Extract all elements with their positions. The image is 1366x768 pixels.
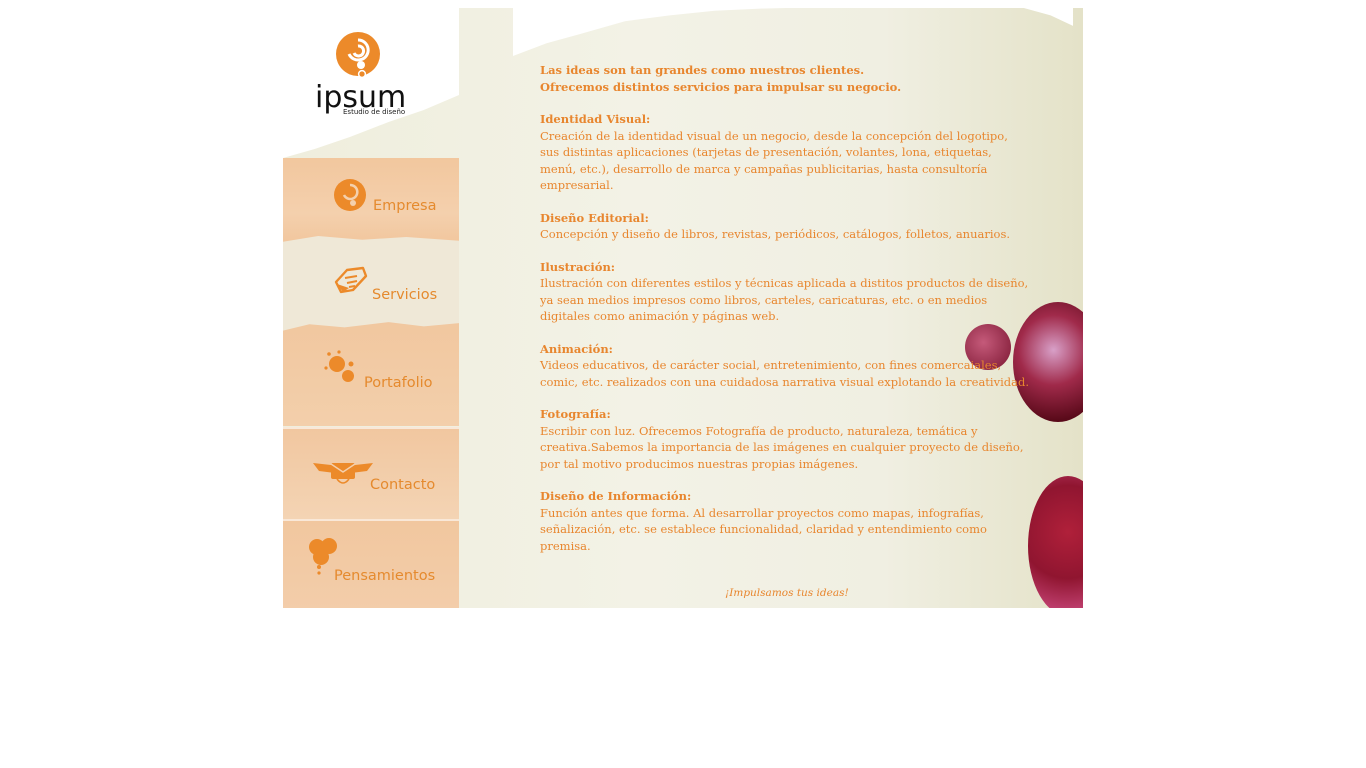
section-body: Creación de la identidad visual de un ne…	[540, 128, 1008, 193]
section-title: Diseño de Información:	[540, 489, 692, 503]
nav-item-portafolio[interactable]: Portafolio	[283, 322, 459, 426]
section-identidad-visual: Identidad Visual: Creación de la identid…	[540, 111, 1030, 194]
winged-envelope-icon	[313, 463, 373, 484]
footer-slogan: ¡Impulsamos tus ideas!	[725, 587, 849, 599]
section-body: Escribir con luz. Ofrecemos Fotografía d…	[540, 423, 1024, 471]
section-diseno-informacion: Diseño de Información: Función antes que…	[540, 488, 1030, 554]
intro-line-1: Las ideas son tan grandes como nuestros …	[540, 63, 865, 77]
nav-item-servicios[interactable]: Servicios	[283, 236, 459, 331]
section-title: Ilustración:	[540, 259, 616, 274]
swirl-icon	[334, 179, 366, 211]
section-body: Videos educativos, de carácter social, e…	[540, 358, 1030, 389]
section-body: Ilustración con diferentes estilos y téc…	[540, 276, 1029, 323]
intro-line-2: Ofrecemos distintos servicios para impul…	[540, 79, 902, 94]
nav-label-empresa: Empresa	[373, 198, 437, 214]
handshake-icon	[334, 266, 368, 294]
section-title: Identidad Visual:	[540, 112, 651, 126]
section-fotografia: Fotografía: Escribir con luz. Ofrecemos …	[540, 406, 1030, 472]
logo-area: ipsum Estudio de diseño	[283, 8, 459, 158]
page-frame: ipsum Estudio de diseño Empresa Servicio…	[283, 8, 1083, 608]
section-body: Concepción y diseño de libros, revistas,…	[540, 227, 1011, 241]
sidebar: ipsum Estudio de diseño Empresa Servicio…	[283, 8, 459, 608]
nav-label-contacto: Contacto	[370, 477, 436, 493]
section-body: Función antes que forma. Al desarrollar …	[540, 505, 987, 553]
section-title: Diseño Editorial:	[540, 210, 649, 225]
section-animacion: Animación: Videos educativos, de carácte…	[540, 341, 1030, 391]
ipsum-logo-icon	[336, 32, 380, 79]
brand-tagline: Estudio de diseño	[343, 108, 406, 116]
section-title: Fotografía:	[540, 407, 611, 421]
nav-label-servicios: Servicios	[372, 287, 438, 303]
section-title: Animación:	[540, 341, 613, 356]
nav-label-portafolio: Portafolio	[364, 375, 433, 391]
nav-item-empresa[interactable]: Empresa	[283, 158, 459, 250]
paint-drops-icon	[324, 350, 354, 382]
nav-label-pensamientos: Pensamientos	[334, 568, 436, 584]
nav-item-pensamientos[interactable]: Pensamientos	[283, 519, 459, 608]
services-content: Las ideas son tan grandes como nuestros …	[540, 62, 1030, 554]
section-ilustracion: Ilustración: Ilustración con diferentes …	[540, 259, 1030, 325]
nav-item-contacto[interactable]: Contacto	[283, 427, 459, 520]
section-diseno-editorial: Diseño Editorial: Concepción y diseño de…	[540, 210, 1030, 243]
